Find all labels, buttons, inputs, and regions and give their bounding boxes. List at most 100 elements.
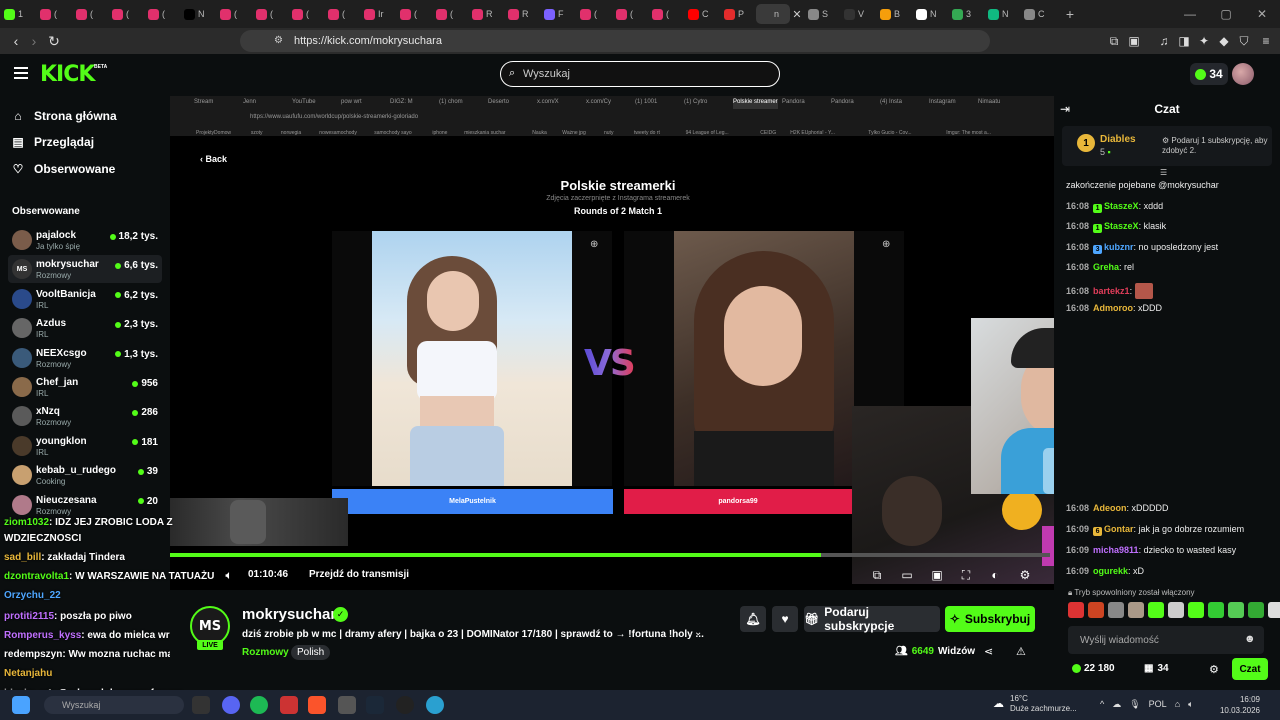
browser-tab[interactable]: (	[648, 4, 684, 24]
sidebar-item-browse[interactable]: ▤ Przeglądaj	[12, 132, 94, 152]
go-to-live-button[interactable]: Przejdź do transmisji	[309, 569, 409, 580]
close-window-icon[interactable]: ✕	[1244, 0, 1280, 28]
browser-tab[interactable]: (	[432, 4, 468, 24]
globe-icon[interactable]	[426, 696, 444, 714]
pip-icon[interactable]: ⧉	[870, 568, 884, 582]
browser-tab[interactable]: 3	[948, 4, 984, 24]
channel-name[interactable]: mokrysuchar	[242, 606, 336, 623]
system-clock[interactable]: 16:09 10.03.2026	[1200, 694, 1260, 716]
brave-icon[interactable]	[308, 696, 326, 714]
browser-tab[interactable]: N	[984, 4, 1020, 24]
browser-tab[interactable]: (	[324, 4, 360, 24]
browser-tab[interactable]: (	[612, 4, 648, 24]
stream-category[interactable]: Rozmowy	[242, 647, 289, 658]
address-bar[interactable]: ⚙ https://kick.com/mokrysuchara	[240, 30, 990, 52]
kick-logo[interactable]: KICK	[40, 62, 95, 87]
pinned-gift-banner[interactable]: 1 Diables 5 ▪ ⚙ Podaruj 1 subskrypcję, a…	[1062, 126, 1272, 166]
volume-icon[interactable]: 🔈︎	[222, 568, 236, 582]
music-icon[interactable]: ♫	[1156, 33, 1172, 49]
browser-tab[interactable]: (	[108, 4, 144, 24]
shield-icon[interactable]: ⛉	[1236, 33, 1252, 49]
voicemeeter-icon[interactable]	[280, 696, 298, 714]
browser-tab[interactable]: S	[804, 4, 840, 24]
screenshot-icon[interactable]: ▣	[1126, 33, 1142, 49]
followed-channel-vooltbanicja[interactable]: VooltBanicja IRL 6,2 tys.	[8, 285, 162, 313]
expand-chevron-icon[interactable]: ☰	[1160, 168, 1167, 177]
sidebar-item-following[interactable]: ♡ Obserwowane	[12, 159, 116, 179]
chat-username[interactable]: kubznr	[1104, 242, 1134, 252]
clip-icon[interactable]: ▭	[900, 568, 914, 582]
theater-mode-icon[interactable]: ▣	[930, 568, 944, 582]
search-input[interactable]: ⌕ Wyszukaj	[500, 61, 780, 87]
browser-tab[interactable]: R	[468, 4, 504, 24]
network-icon[interactable]: ⌂	[1175, 699, 1180, 710]
settings-gear-icon[interactable]: ⚙	[1018, 568, 1032, 582]
chat-username[interactable]: Gontar	[1104, 524, 1134, 534]
followed-channel-nieuczesana[interactable]: Nieuczesana Rozmowy 20	[8, 491, 162, 519]
gift-subs-button[interactable]: 🎁︎ Podaruj subskrypcje	[804, 605, 940, 633]
chat-username[interactable]: ogurekk	[1093, 566, 1128, 576]
followed-channel-azdus[interactable]: Azdus IRL 2,3 tys.	[8, 314, 162, 342]
sidebar-icon[interactable]: ◨	[1176, 33, 1192, 49]
taskview-icon[interactable]	[192, 696, 210, 714]
chat-username[interactable]: Adeoon	[1093, 503, 1127, 513]
share-icon[interactable]: ⋖	[984, 645, 993, 658]
close-tab-icon[interactable]: ✕	[790, 4, 804, 24]
browser-tab[interactable]: (	[252, 4, 288, 24]
browser-tab[interactable]: P	[720, 4, 756, 24]
back-arrow-icon[interactable]: ‹	[6, 31, 26, 51]
fullscreen-icon[interactable]: ⛶	[959, 568, 973, 582]
browser-tab[interactable]: (	[288, 4, 324, 24]
browser-tab[interactable]: F	[540, 4, 576, 24]
forward-arrow-icon[interactable]: ›	[24, 31, 44, 51]
chat-username[interactable]: Greha	[1093, 262, 1119, 272]
user-avatar[interactable]	[1232, 63, 1254, 85]
system-tray[interactable]: ^ ☁ 🎙︎ POL ⌂ 🔈︎	[1100, 699, 1194, 710]
speaker-icon[interactable]: 🔈︎	[1188, 699, 1193, 710]
followed-channel-mokrysuchar[interactable]: MS mokrysuchar Rozmowy 6,6 tys.	[8, 255, 162, 284]
chat-gifts[interactable]: ▦ 34	[1144, 663, 1169, 674]
video-progress-bar[interactable]	[170, 553, 1050, 557]
followed-channel-youngklon[interactable]: youngklon IRL 181	[8, 432, 162, 460]
chevron-down-icon[interactable]: ⌄	[694, 627, 702, 638]
browser-tab[interactable]: B	[876, 4, 912, 24]
browser-tab[interactable]: (	[216, 4, 252, 24]
language-indicator[interactable]: POL	[1149, 699, 1167, 710]
followed-channel-kebab_u_rudego[interactable]: kebab_u_rudego Cooking 39	[8, 461, 162, 489]
subscribe-button[interactable]: ✧ Subskrybuj	[945, 606, 1035, 632]
browser-tab[interactable]: C	[1020, 4, 1056, 24]
reload-icon[interactable]: ↻	[44, 31, 64, 51]
chat-username[interactable]: StaszeX	[1104, 221, 1139, 231]
new-tab-icon[interactable]: +	[1060, 4, 1080, 24]
chat-points[interactable]: 22 180	[1072, 663, 1115, 674]
followed-channel-pajalock[interactable]: pajalock Ja tylko śpię 18,2 tys.	[8, 226, 162, 254]
sidebar-item-home[interactable]: ⌂ Strona główna	[12, 106, 116, 126]
browser-tab[interactable]: (	[72, 4, 108, 24]
followed-channel-xnzq[interactable]: xNzq Rozmowy 286	[8, 402, 162, 430]
follow-button[interactable]: ♥	[772, 606, 798, 632]
browser-tab[interactable]: C	[684, 4, 720, 24]
cloud-icon[interactable]: ☁	[1112, 699, 1121, 710]
followed-channel-neexcsgo[interactable]: NEEXcsgo Rozmowy 1,3 tys.	[8, 344, 162, 372]
chat-send-button[interactable]: Czat	[1232, 658, 1268, 680]
chat-message-input[interactable]: Wyślij wiadomość	[1068, 626, 1264, 654]
browser-tab[interactable]: 1	[0, 4, 36, 24]
chat-username[interactable]: Admoroo	[1093, 303, 1133, 313]
browser-tab[interactable]: N	[912, 4, 948, 24]
discord-icon[interactable]	[222, 696, 240, 714]
calculator-icon[interactable]	[338, 696, 356, 714]
browser-tab[interactable]: N	[180, 4, 216, 24]
browser-tab[interactable]: (	[144, 4, 180, 24]
browser-tab[interactable]: n	[756, 4, 790, 24]
chat-username[interactable]: micha9811	[1093, 545, 1139, 555]
browser-tab[interactable]: V	[840, 4, 876, 24]
chat-settings-icon[interactable]: ⚙	[1209, 663, 1219, 676]
taskbar-search[interactable]: Wyszukaj	[44, 696, 184, 714]
channel-points-button[interactable]: 34	[1190, 63, 1228, 85]
language-tag[interactable]: Polish	[291, 645, 331, 660]
browser-tab[interactable]: (	[36, 4, 72, 24]
maximize-icon[interactable]: ▢	[1208, 0, 1244, 28]
menu-icon[interactable]: ≡	[1258, 33, 1274, 49]
browser-tab[interactable]: (	[576, 4, 612, 24]
emote-quick-bar[interactable]	[1068, 602, 1280, 618]
